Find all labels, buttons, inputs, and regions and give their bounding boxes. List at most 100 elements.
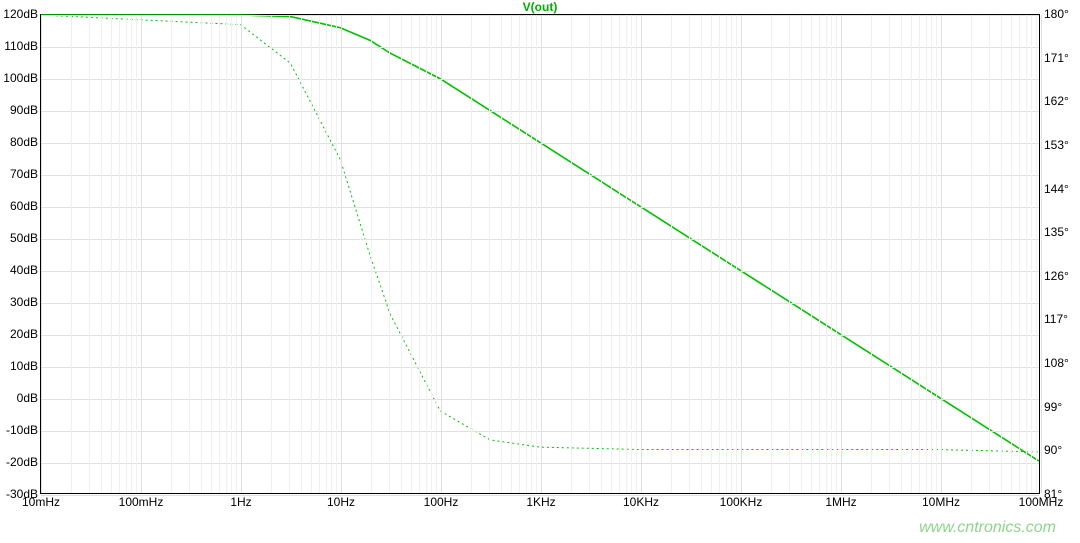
grid-v-minor: [811, 15, 812, 493]
grid-v-minor: [89, 15, 90, 493]
x-tick: 10Hz: [327, 493, 355, 509]
grid-v-minor: [871, 15, 872, 493]
y-right-tick: 162°: [1044, 94, 1080, 108]
grid-v-minor: [636, 15, 637, 493]
grid-v-minor: [971, 15, 972, 493]
grid-v-minor: [101, 15, 102, 493]
grid-v-minor: [1036, 15, 1037, 493]
grid-v: [141, 15, 142, 493]
grid-v-minor: [536, 15, 537, 493]
x-tick: 100Hz: [424, 493, 459, 509]
grid-v-minor: [71, 15, 72, 493]
x-tick: 10KHz: [623, 493, 659, 509]
grid-v: [341, 15, 342, 493]
grid-v-minor: [1026, 15, 1027, 493]
grid-v-minor: [289, 15, 290, 493]
grid-v-minor: [826, 15, 827, 493]
grid-v-minor: [419, 15, 420, 493]
grid-v: [741, 15, 742, 493]
grid-v-minor: [626, 15, 627, 493]
y-right-tick: 171°: [1044, 51, 1080, 65]
y-left-tick: 80dB: [0, 135, 38, 149]
grid-v-minor: [301, 15, 302, 493]
grid-v-minor: [236, 15, 237, 493]
grid-v-minor: [426, 15, 427, 493]
y-right-tick: 126°: [1044, 269, 1080, 283]
y-left-tick: 100dB: [0, 71, 38, 85]
grid-v-minor: [271, 15, 272, 493]
y-left-tick: 0dB: [0, 391, 38, 405]
chart-title: V(out): [0, 0, 1080, 14]
grid-v-minor: [126, 15, 127, 493]
x-tick: 10MHz: [922, 493, 960, 509]
y-right-tick: 153°: [1044, 138, 1080, 152]
grid-v: [941, 15, 942, 493]
y-left-tick: -30dB: [0, 487, 38, 501]
y-left-tick: -10dB: [0, 423, 38, 437]
grid-v-minor: [501, 15, 502, 493]
grid-v-minor: [931, 15, 932, 493]
grid-v-minor: [201, 15, 202, 493]
y-right-tick: 81°: [1044, 487, 1080, 501]
grid-v-minor: [511, 15, 512, 493]
grid-v-minor: [1011, 15, 1012, 493]
grid-v-minor: [389, 15, 390, 493]
grid-v: [641, 15, 642, 493]
y-left-tick: 120dB: [0, 7, 38, 21]
grid-v: [441, 15, 442, 493]
grid-v-minor: [219, 15, 220, 493]
grid-v-minor: [371, 15, 372, 493]
y-right-tick: 180°: [1044, 7, 1080, 21]
y-left-tick: 60dB: [0, 199, 38, 213]
grid-v-minor: [831, 15, 832, 493]
grid-v-minor: [619, 15, 620, 493]
grid-v-minor: [326, 15, 327, 493]
grid-v-minor: [189, 15, 190, 493]
grid-v-minor: [436, 15, 437, 493]
grid-v-minor: [789, 15, 790, 493]
y-right-tick: 108°: [1044, 356, 1080, 370]
grid-v-minor: [571, 15, 572, 493]
grid-v-minor: [801, 15, 802, 493]
y-left-tick: 110dB: [0, 39, 38, 53]
grid-v: [1041, 15, 1042, 493]
y-right-tick: 117°: [1044, 312, 1080, 326]
grid-v-minor: [171, 15, 172, 493]
grid-v-minor: [819, 15, 820, 493]
y-left-tick: 70dB: [0, 167, 38, 181]
grid-v-minor: [431, 15, 432, 493]
grid-v-minor: [1001, 15, 1002, 493]
y-left-tick: 30dB: [0, 295, 38, 309]
y-left-tick: 20dB: [0, 327, 38, 341]
grid-v-minor: [919, 15, 920, 493]
grid-v-minor: [771, 15, 772, 493]
y-left-tick: 10dB: [0, 359, 38, 373]
grid-v-minor: [136, 15, 137, 493]
grid-v-minor: [489, 15, 490, 493]
grid-v-minor: [211, 15, 212, 493]
grid-v: [541, 15, 542, 493]
x-tick: 1MHz: [825, 493, 856, 509]
grid-v-minor: [631, 15, 632, 493]
grid-v-minor: [531, 15, 532, 493]
grid-v-minor: [836, 15, 837, 493]
grid-v-minor: [311, 15, 312, 493]
grid-v-minor: [331, 15, 332, 493]
grid-v: [841, 15, 842, 493]
grid-v-minor: [231, 15, 232, 493]
x-tick: 1KHz: [526, 493, 555, 509]
x-tick: 100KHz: [720, 493, 763, 509]
grid-v-minor: [1031, 15, 1032, 493]
grid-v-minor: [719, 15, 720, 493]
y-left-tick: 50dB: [0, 231, 38, 245]
y-right-tick: 135°: [1044, 225, 1080, 239]
grid-v-minor: [131, 15, 132, 493]
grid-v-minor: [526, 15, 527, 493]
x-tick: 1Hz: [230, 493, 251, 509]
grid-v: [241, 15, 242, 493]
grid-v-minor: [601, 15, 602, 493]
grid-v-minor: [726, 15, 727, 493]
grid-v-minor: [226, 15, 227, 493]
grid-v-minor: [901, 15, 902, 493]
grid-v-minor: [731, 15, 732, 493]
